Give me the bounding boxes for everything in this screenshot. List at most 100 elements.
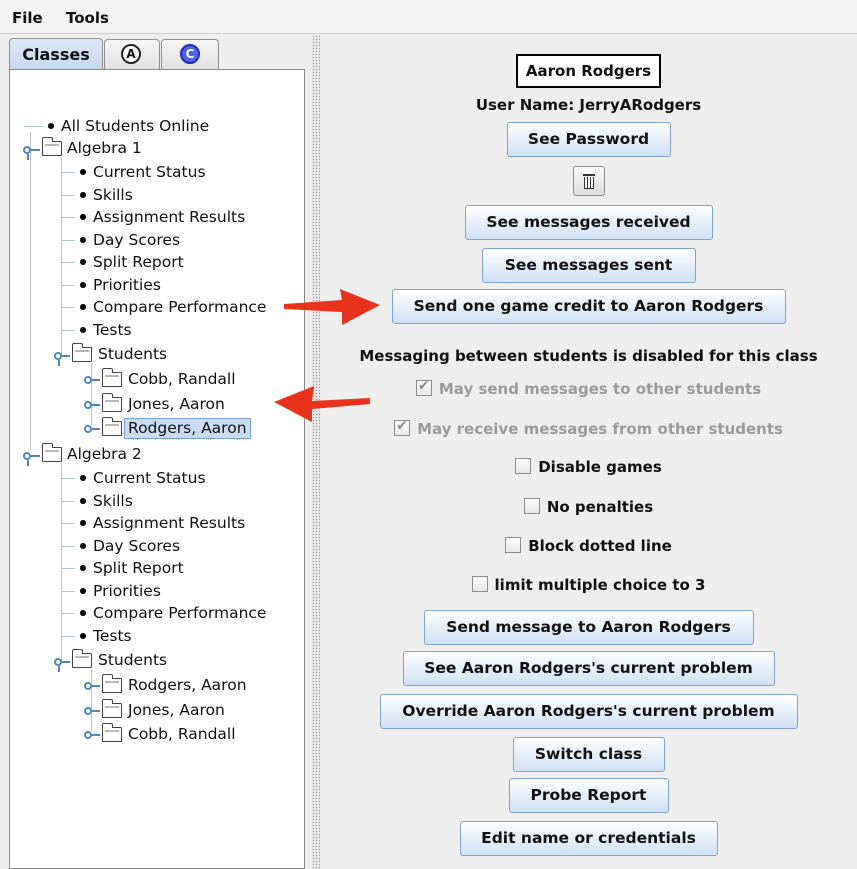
see-password-button[interactable]: See Password [506, 122, 671, 157]
handle-line [92, 734, 100, 736]
block-dotted-label: Block dotted line [528, 537, 672, 555]
delete-student-button[interactable] [572, 166, 605, 196]
tree-item-report[interactable]: Current Status [93, 467, 206, 489]
collapsed-handle-icon[interactable] [84, 376, 92, 384]
arrow-left-icon [274, 386, 370, 422]
expanded-handle-icon[interactable] [54, 352, 62, 360]
tree-item-report[interactable]: Split Report [93, 557, 184, 579]
bullet-icon [80, 169, 86, 175]
tree-item-report[interactable]: Compare Performance [93, 602, 266, 624]
see-password-row: See Password [320, 122, 857, 157]
tree-item-report[interactable]: Day Scores [93, 535, 180, 557]
edit-name-row: Edit name or credentials [320, 821, 857, 856]
handle-line [27, 154, 29, 160]
bullet-icon [80, 282, 86, 288]
tree-item-report[interactable]: Split Report [93, 251, 184, 273]
tree-item-report[interactable]: Compare Performance [93, 296, 266, 318]
tree-item-student[interactable]: Rodgers, Aaron [128, 674, 247, 696]
tree-item-report[interactable]: Skills [93, 184, 133, 206]
collapsed-handle-icon[interactable] [84, 425, 92, 433]
tree-item-report[interactable]: Skills [93, 490, 133, 512]
collapsed-handle-icon[interactable] [84, 731, 92, 739]
folder-icon [72, 649, 92, 668]
tree-guide-line [61, 330, 75, 331]
edit-name-credentials-button[interactable]: Edit name or credentials [459, 821, 718, 856]
disable-games-checkbox-row[interactable]: Disable games [320, 458, 857, 476]
may-receive-checkbox[interactable] [394, 418, 411, 436]
tree-item-student[interactable]: Cobb, Randall [128, 368, 236, 390]
tree-item-report[interactable]: Current Status [93, 161, 206, 183]
send-game-credit-button[interactable]: Send one game credit to Aaron Rodgers [391, 289, 786, 324]
see-messages-sent-button[interactable]: See messages sent [481, 248, 696, 283]
limit-mc-checkbox[interactable] [471, 576, 488, 592]
tree-item-class-algebra-2[interactable]: Algebra 2 [67, 443, 142, 465]
send-message-button[interactable]: Send message to Aaron Rodgers [423, 610, 754, 645]
trash-can-body [583, 177, 594, 189]
tab-classes[interactable]: Classes [9, 38, 103, 70]
disable-games-checkbox[interactable] [515, 458, 532, 474]
bullet-icon [80, 588, 86, 594]
block-dotted-checkbox-row[interactable]: Block dotted line [320, 537, 857, 555]
tree-item-report[interactable]: Tests [93, 625, 132, 647]
may-receive-label: May receive messages from other students [417, 420, 783, 438]
username-label: User Name: JerryARodgers [475, 96, 702, 114]
handle-line [31, 455, 40, 457]
bullet-icon [80, 543, 86, 549]
override-current-problem-button[interactable]: Override Aaron Rodgers's current problem [379, 694, 798, 729]
handle-line [92, 404, 100, 406]
expanded-handle-icon[interactable] [54, 658, 62, 666]
tree-item-all-students[interactable]: All Students Online [61, 115, 209, 137]
tree-item-student[interactable]: Jones, Aaron [128, 393, 225, 415]
tree-item-report[interactable]: Assignment Results [93, 206, 245, 228]
tree-item-student[interactable]: Cobb, Randall [128, 723, 236, 745]
tree-item-class-algebra-1[interactable]: Algebra 1 [67, 137, 142, 159]
tab-a[interactable]: A [104, 39, 160, 69]
may-send-checkbox-row[interactable]: May send messages to other students [320, 378, 857, 398]
tree-item-students-folder[interactable]: Students [98, 649, 167, 671]
tree-item-report[interactable]: Priorities [93, 274, 161, 296]
folder-icon [102, 674, 122, 693]
collapsed-handle-icon[interactable] [84, 682, 92, 690]
expanded-handle-icon[interactable] [23, 452, 31, 460]
limit-mc-checkbox-row[interactable]: limit multiple choice to 3 [320, 576, 857, 594]
folder-icon [72, 343, 92, 362]
student-name-label: Aaron Rodgers [515, 54, 662, 88]
tab-c[interactable]: C [161, 39, 219, 69]
menu-file[interactable]: File [12, 9, 43, 27]
handle-line [92, 428, 100, 430]
c-circle-icon: C [180, 44, 200, 64]
messaging-disabled-note: Messaging between students is disabled f… [359, 347, 818, 365]
see-problem-row: See Aaron Rodgers's current problem [320, 651, 857, 686]
switch-class-button[interactable]: Switch class [512, 737, 665, 772]
collapsed-handle-icon[interactable] [84, 707, 92, 715]
collapsed-handle-icon[interactable] [84, 401, 92, 409]
see-messages-received-button[interactable]: See messages received [464, 205, 713, 240]
see-current-problem-button[interactable]: See Aaron Rodgers's current problem [402, 651, 775, 686]
handle-line [31, 149, 40, 151]
class-navigator-panel: Classes A C All Students Online Algebra … [0, 35, 312, 869]
block-dotted-checkbox[interactable] [505, 537, 522, 553]
tree-item-report[interactable]: Day Scores [93, 229, 180, 251]
may-receive-checkbox-row[interactable]: May receive messages from other students [320, 418, 857, 438]
tree-item-students-folder[interactable]: Students [98, 343, 167, 365]
no-penalties-label: No penalties [546, 498, 654, 516]
bullet-icon [48, 123, 54, 129]
no-penalties-checkbox[interactable] [523, 498, 540, 514]
tree-item-student-selected[interactable]: Rodgers, Aaron [124, 417, 251, 439]
no-penalties-checkbox-row[interactable]: No penalties [320, 498, 857, 516]
may-send-checkbox[interactable] [415, 378, 432, 396]
tree-item-student[interactable]: Jones, Aaron [128, 699, 225, 721]
tree-guide-line [61, 262, 75, 263]
tree-guide-line [30, 132, 31, 450]
menu-tools[interactable]: Tools [66, 9, 109, 27]
expanded-handle-icon[interactable] [23, 146, 31, 154]
tree-item-report[interactable]: Priorities [93, 580, 161, 602]
disable-games-label: Disable games [538, 458, 662, 476]
panel-splitter[interactable] [312, 35, 320, 869]
tree-item-report[interactable]: Tests [93, 319, 132, 341]
may-send-label: May send messages to other students [438, 380, 762, 398]
tree-item-report[interactable]: Assignment Results [93, 512, 245, 534]
send-message-row: Send message to Aaron Rodgers [320, 610, 857, 645]
bullet-icon [80, 259, 86, 265]
probe-report-button[interactable]: Probe Report [508, 778, 669, 813]
